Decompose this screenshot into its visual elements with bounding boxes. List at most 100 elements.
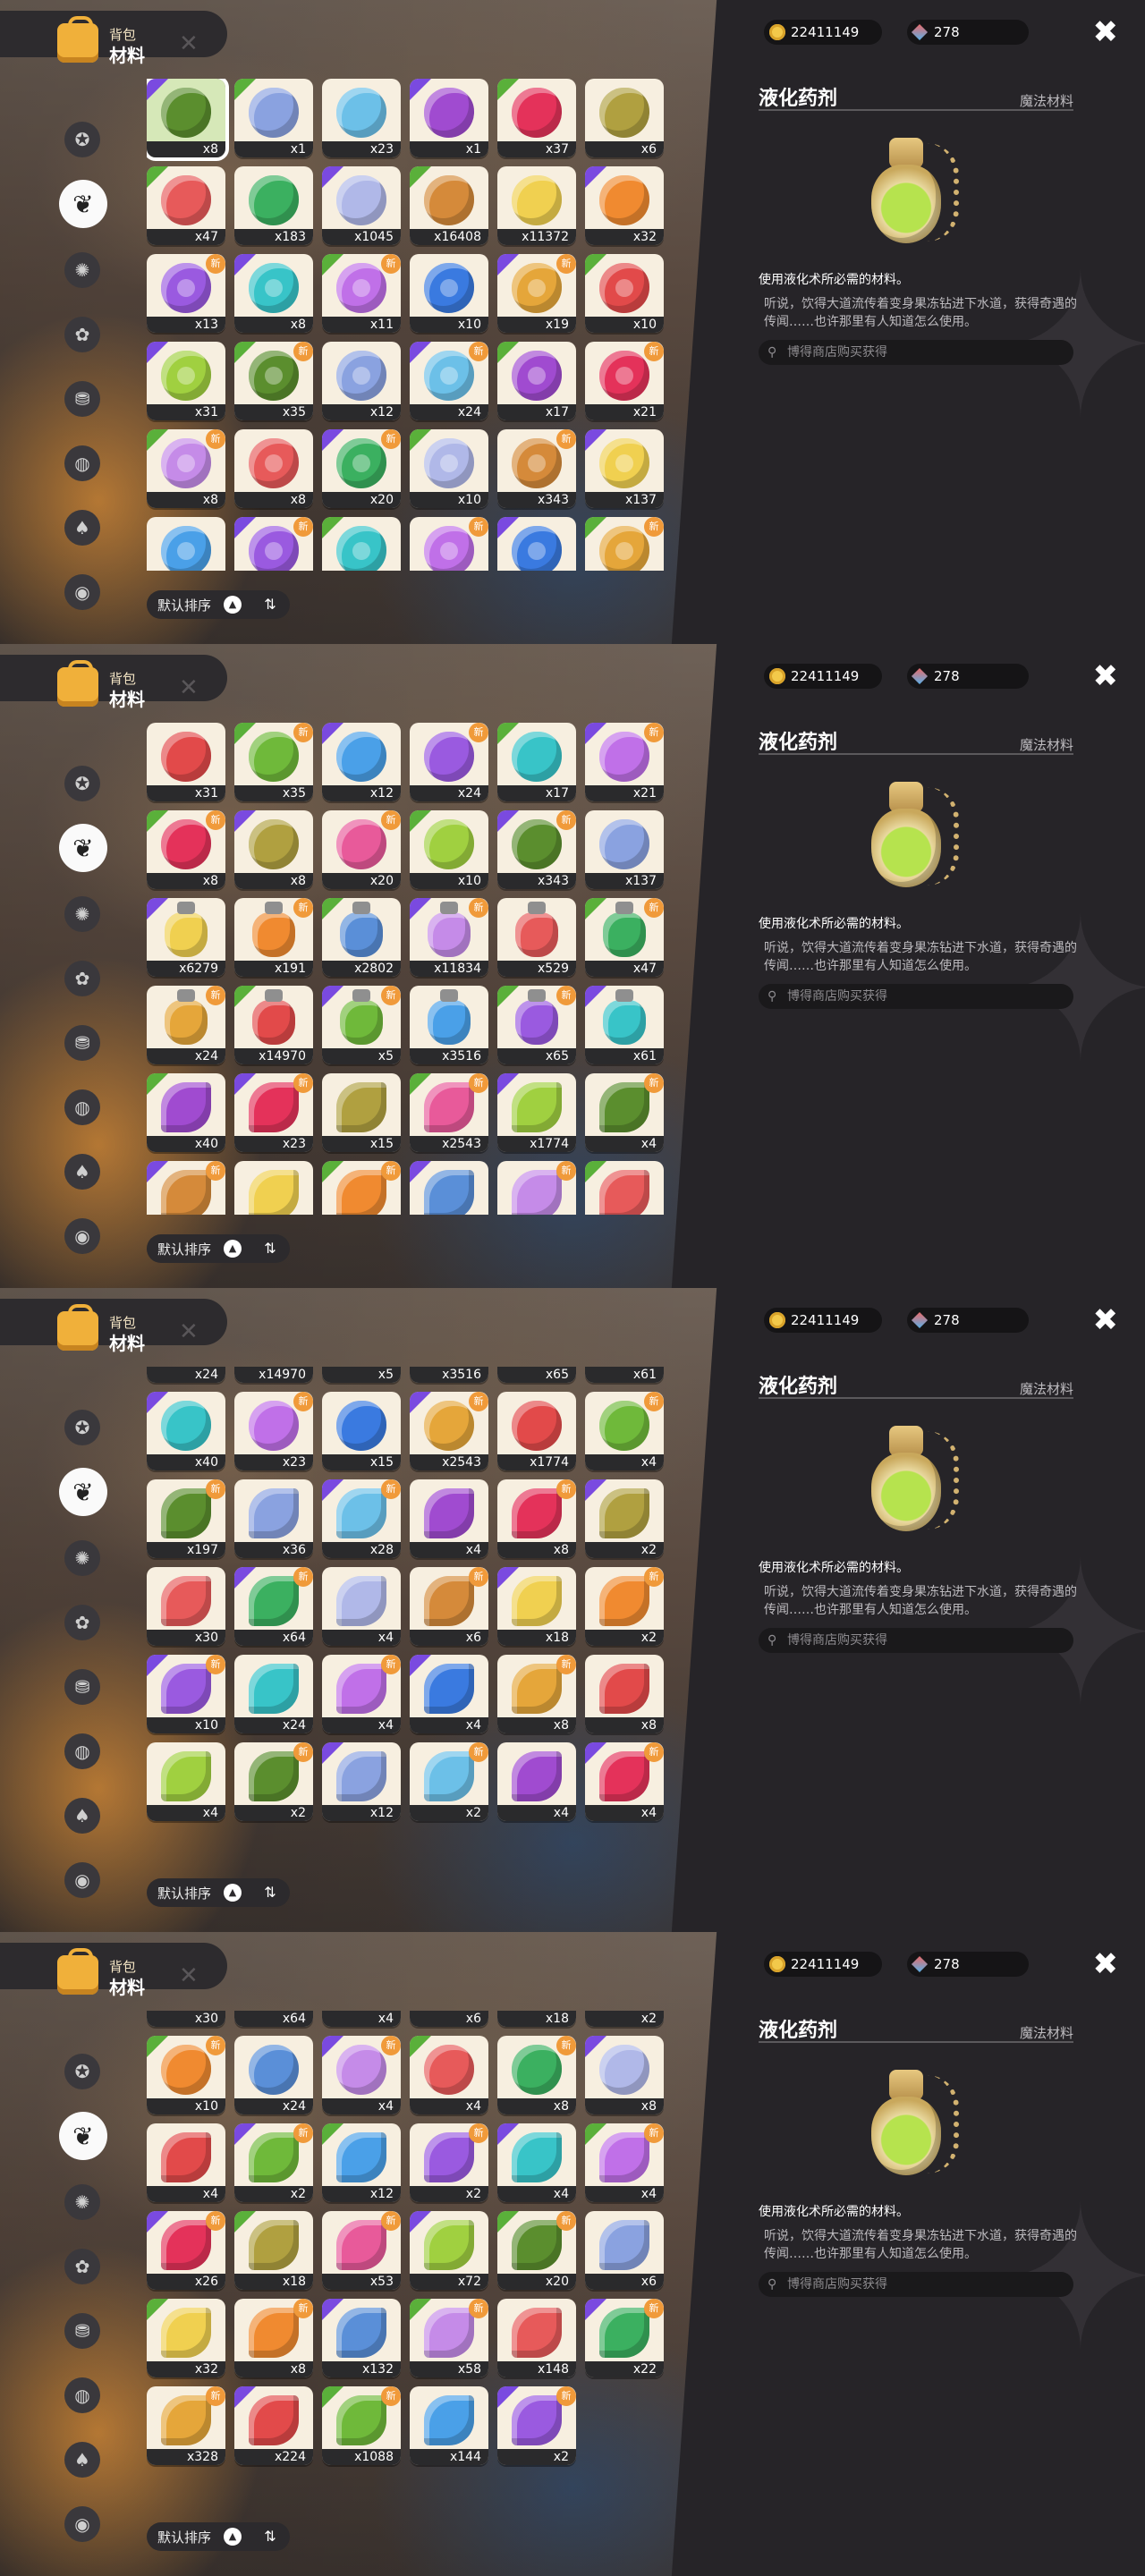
inventory-item[interactable]: 新 x21 (585, 723, 664, 801)
inventory-item[interactable]: 新 x11834 (410, 898, 488, 977)
inventory-item[interactable]: 新 x328 (147, 2386, 225, 2465)
inventory-item[interactable]: x31 (147, 723, 225, 801)
inventory-item[interactable]: 新x5 (322, 1367, 401, 1383)
inventory-item[interactable]: 新x191 (234, 517, 313, 571)
inventory-item[interactable]: x4 (410, 1479, 488, 1558)
inventory-item[interactable]: x4 (410, 2036, 488, 2114)
inventory-item[interactable]: 新 x4 (585, 1073, 664, 1152)
inventory-item[interactable]: 新x2 (497, 2386, 576, 2465)
sort-order-toggle[interactable]: ⇅ (256, 1878, 284, 1907)
inventory-item[interactable]: 新 x35 (234, 723, 313, 801)
inventory-item[interactable]: x24 (234, 1655, 313, 1733)
inventory-item[interactable]: x61 (585, 986, 664, 1064)
inventory-item[interactable]: 新 x64 (234, 1567, 313, 1646)
close-icon[interactable]: ✖ (1093, 1946, 1119, 1982)
inventory-item[interactable]: x11372 (497, 166, 576, 245)
inventory-item[interactable]: 新x47 (585, 517, 664, 571)
inventory-item[interactable]: 新x65 (497, 1367, 576, 1383)
inventory-item[interactable]: 新 x11 (322, 254, 401, 333)
category-leaf-icon[interactable]: ❦ (59, 1468, 107, 1516)
inventory-item[interactable]: x36 (234, 1161, 313, 1215)
inventory-item[interactable]: 新 x26 (147, 2211, 225, 2290)
inventory-item[interactable]: x12 (322, 1742, 401, 1821)
inventory-item[interactable]: 新x8 (497, 1655, 576, 1733)
inventory-item[interactable]: 新 x2543 (410, 1392, 488, 1470)
category-egg-icon[interactable]: ◍ (64, 1733, 100, 1769)
inventory-item[interactable]: 新 x13 (147, 254, 225, 333)
inventory-item[interactable]: 新x6 (410, 1567, 488, 1646)
inventory-item[interactable]: x8 (585, 2036, 664, 2114)
inventory-item[interactable]: x14970 (234, 1367, 313, 1383)
category-gear-badge-icon[interactable]: ✺ (64, 1540, 100, 1576)
inventory-item[interactable]: 新x65 (497, 986, 576, 1064)
inventory-item[interactable]: x10 (410, 429, 488, 508)
category-gear-badge-icon[interactable]: ✺ (64, 2184, 100, 2220)
inventory-item[interactable]: x4 (147, 1742, 225, 1821)
inventory-item[interactable]: 新 x24 (410, 342, 488, 420)
inventory-item[interactable]: x30 (147, 1567, 225, 1646)
inventory-item[interactable]: 新 x22 (585, 2299, 664, 2377)
inventory-item[interactable]: 新x28 (322, 1161, 401, 1215)
inventory-item[interactable]: x15 (322, 1392, 401, 1470)
inventory-item[interactable]: 新x8 (497, 1479, 576, 1558)
inventory-item[interactable]: 新x197 (147, 1161, 225, 1215)
inventory-item[interactable]: 新x2 (585, 2011, 664, 2027)
inventory-item[interactable]: 新x191 (234, 898, 313, 977)
inventory-item[interactable]: x4 (497, 2123, 576, 2202)
category-star-icon[interactable]: ✪ (64, 766, 100, 801)
category-bell-icon[interactable]: ♠ (64, 1154, 100, 1190)
inventory-item[interactable]: 新 x20 (322, 810, 401, 889)
inventory-item[interactable]: x4 (497, 1742, 576, 1821)
inventory-item[interactable]: x12 (322, 342, 401, 420)
inventory-item[interactable]: 新x8 (497, 1161, 576, 1215)
inventory-item[interactable]: x4 (410, 1655, 488, 1733)
inventory-item[interactable]: x137 (585, 810, 664, 889)
inventory-item[interactable]: 新 x20 (497, 2211, 576, 2290)
inventory-item[interactable]: 新 x10 (147, 2036, 225, 2114)
inventory-item[interactable]: 新 x4 (585, 1742, 664, 1821)
inventory-item[interactable]: x4 (410, 1161, 488, 1215)
category-pot-icon[interactable]: ◉ (64, 1862, 100, 1898)
category-leaf-icon[interactable]: ❦ (59, 2112, 107, 2160)
inventory-item[interactable]: 新 x21 (585, 342, 664, 420)
inventory-item[interactable]: 新 x4 (322, 1655, 401, 1733)
inventory-item[interactable]: 新x2 (585, 1567, 664, 1646)
category-star-icon[interactable]: ✪ (64, 1410, 100, 1445)
category-apple-icon[interactable]: ✿ (64, 317, 100, 352)
category-pot-icon[interactable]: ◉ (64, 2506, 100, 2542)
inventory-item[interactable]: x4 (147, 2123, 225, 2202)
inventory-item[interactable]: 新 x4 (585, 2123, 664, 2202)
inventory-item[interactable]: x12 (322, 723, 401, 801)
inventory-item[interactable]: x224 (234, 2386, 313, 2465)
inventory-item[interactable]: 新x6 (410, 2011, 488, 2027)
inventory-item[interactable]: x2 (585, 1161, 664, 1215)
inventory-item[interactable]: x12 (322, 2123, 401, 2202)
inventory-item[interactable]: x8 (234, 254, 313, 333)
inventory-item[interactable]: x137 (585, 429, 664, 508)
inventory-item[interactable]: x8 (147, 79, 229, 161)
inventory-item[interactable]: x3516 (410, 1367, 488, 1383)
inventory-item[interactable]: x1 (234, 79, 313, 157)
inventory-item[interactable]: 新 x24 (410, 723, 488, 801)
category-basket-icon[interactable]: ⛃ (64, 2313, 100, 2349)
inventory-item[interactable]: x3516 (410, 986, 488, 1064)
category-leaf-icon[interactable]: ❦ (59, 180, 107, 228)
inventory-item[interactable]: x31 (147, 342, 225, 420)
category-pot-icon[interactable]: ◉ (64, 1218, 100, 1254)
inventory-item[interactable]: 新 x19 (497, 254, 576, 333)
inventory-item[interactable]: 新x2 (410, 1742, 488, 1821)
inventory-item[interactable]: x18 (497, 2011, 576, 2027)
inventory-item[interactable]: x18 (234, 2211, 313, 2290)
inventory-item[interactable]: 新 x58 (410, 2299, 488, 2377)
category-apple-icon[interactable]: ✿ (64, 961, 100, 996)
inventory-item[interactable]: 新 x20 (322, 429, 401, 508)
inventory-item[interactable]: x32 (147, 2299, 225, 2377)
close-icon[interactable]: ✖ (1093, 658, 1119, 694)
inventory-item[interactable]: x10 (410, 254, 488, 333)
category-basket-icon[interactable]: ⛃ (64, 1669, 100, 1705)
inventory-item[interactable]: x32 (585, 166, 664, 245)
inventory-item[interactable]: x1 (410, 79, 488, 157)
inventory-item[interactable]: x17 (497, 342, 576, 420)
inventory-item[interactable]: 新x2 (234, 1742, 313, 1821)
category-basket-icon[interactable]: ⛃ (64, 381, 100, 417)
